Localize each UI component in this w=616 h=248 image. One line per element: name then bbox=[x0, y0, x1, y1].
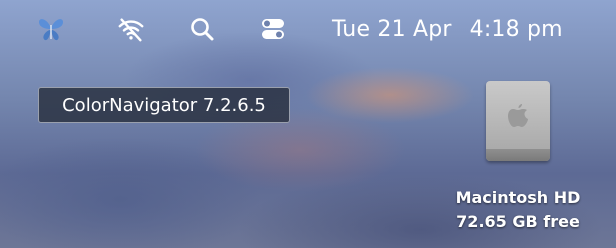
menu-bar: Tue 21 Apr 4:18 pm bbox=[0, 0, 616, 60]
spotlight-search-icon[interactable] bbox=[188, 14, 216, 44]
clock-date: Tue 21 Apr bbox=[332, 16, 452, 42]
app-tooltip: ColorNavigator 7.2.6.5 bbox=[38, 87, 290, 123]
apple-logo-icon bbox=[508, 104, 528, 127]
tooltip-text: ColorNavigator 7.2.6.5 bbox=[62, 94, 266, 116]
control-center-icon[interactable] bbox=[259, 14, 287, 44]
menu-bar-clock[interactable]: Tue 21 Apr 4:18 pm bbox=[332, 14, 563, 44]
drive-base bbox=[486, 149, 550, 161]
drive-name: Macintosh HD bbox=[455, 188, 581, 207]
macintosh-hd-drive-icon[interactable] bbox=[486, 81, 550, 161]
colornavigator-butterfly-icon[interactable] bbox=[37, 14, 65, 44]
clock-time: 4:18 pm bbox=[469, 16, 563, 42]
drive-free-space: 72.65 GB free bbox=[456, 212, 580, 231]
drive-label[interactable]: Macintosh HD 72.65 GB free bbox=[428, 186, 608, 234]
wifi-off-icon[interactable] bbox=[117, 14, 145, 44]
